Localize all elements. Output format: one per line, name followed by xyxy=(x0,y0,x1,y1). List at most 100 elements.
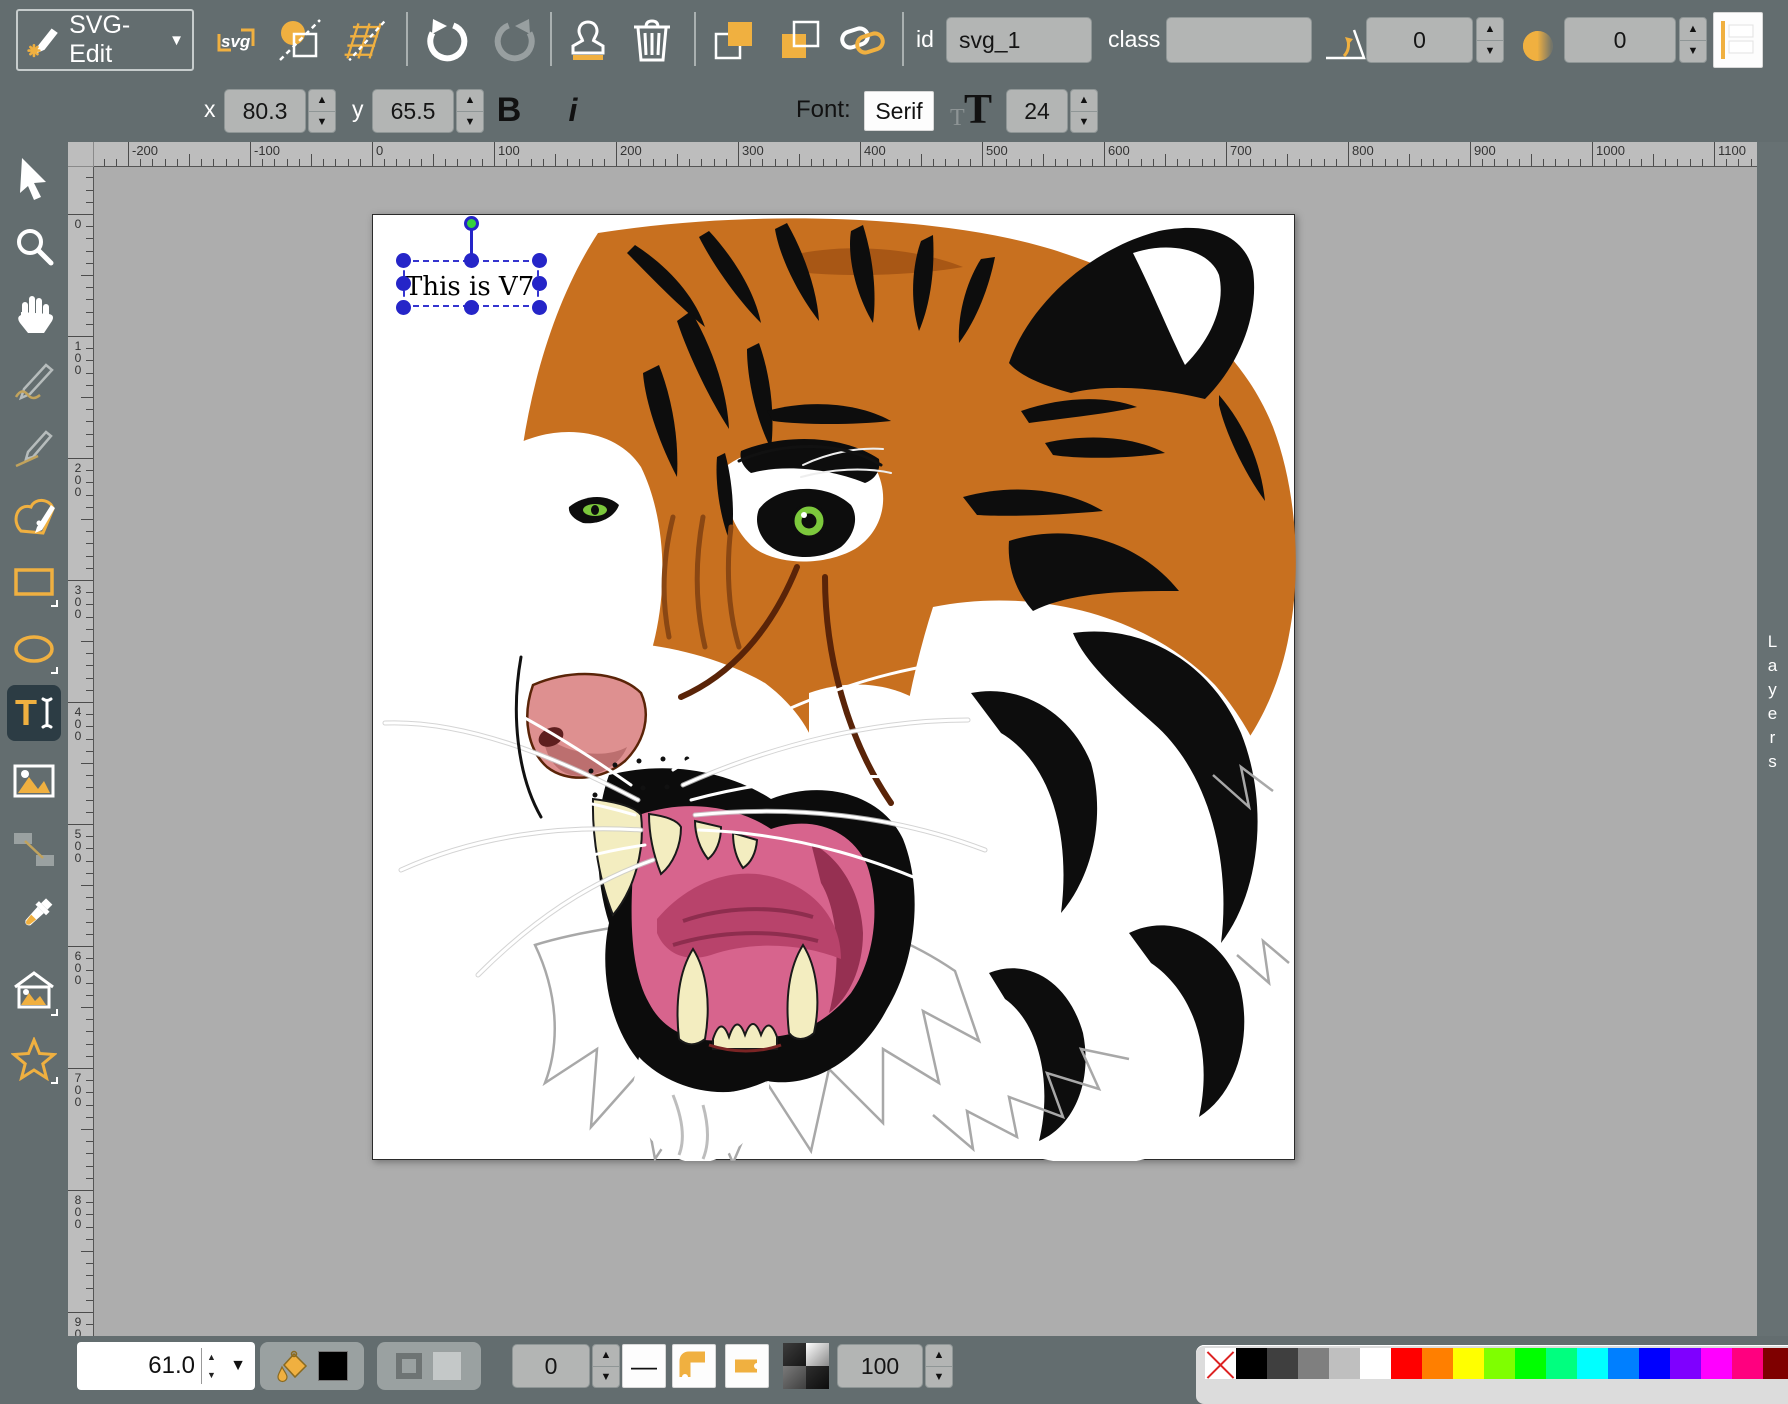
palette-swatch[interactable] xyxy=(1732,1348,1763,1379)
wireframe-mode-button[interactable] xyxy=(276,16,324,64)
layers-panel-title: L a y e r s xyxy=(1757,630,1788,774)
tool-path[interactable] xyxy=(7,487,61,543)
stroke-linejoin-button[interactable] xyxy=(672,1344,716,1388)
make-link-button[interactable] xyxy=(838,16,886,64)
x-spinner[interactable]: ▲▼ xyxy=(308,89,336,133)
linecap-icon xyxy=(730,1349,764,1383)
bottom-toolbar: 61.0 ▲▼ ▼ 0 ▲▼ — xyxy=(68,1336,1788,1404)
source-editor-button[interactable]: svg xyxy=(212,16,260,64)
palette-swatch[interactable] xyxy=(1267,1348,1298,1379)
fill-color-swatch[interactable] xyxy=(318,1351,348,1381)
color-palette xyxy=(1196,1345,1788,1404)
stroke-linecap-button[interactable] xyxy=(725,1344,769,1388)
zoom-spinner[interactable]: ▲▼ xyxy=(201,1348,221,1384)
palette-swatch[interactable] xyxy=(1670,1348,1701,1379)
stroke-width-spinner[interactable]: ▲▼ xyxy=(592,1344,620,1388)
tool-eyedropper[interactable] xyxy=(7,888,61,944)
main-menu-label: SVG-Edit xyxy=(69,11,161,69)
zoom-control[interactable]: 61.0 ▲▼ ▼ xyxy=(77,1342,255,1390)
svg-page[interactable]: This is V7 xyxy=(372,214,1295,1160)
align-button[interactable] xyxy=(1713,12,1763,68)
blur-icon xyxy=(1516,22,1564,70)
font-size-spinner[interactable]: ▲▼ xyxy=(1070,89,1098,133)
zoom-dropdown-icon[interactable]: ▼ xyxy=(221,1357,255,1375)
flyout-corner-icon xyxy=(51,1077,58,1084)
tool-image[interactable] xyxy=(7,753,61,809)
palette-swatch-none[interactable] xyxy=(1205,1348,1236,1379)
opacity-input[interactable]: 100 xyxy=(837,1344,923,1388)
palette-swatch[interactable] xyxy=(1391,1348,1422,1379)
tool-zoom[interactable] xyxy=(7,218,61,274)
tool-line[interactable] xyxy=(7,420,61,476)
svg-text:T: T xyxy=(15,692,37,733)
font-size-icon: T T xyxy=(950,82,1002,138)
palette-swatch[interactable] xyxy=(1577,1348,1608,1379)
selection-handle-se[interactable] xyxy=(532,300,547,315)
tool-rectangle[interactable] xyxy=(7,554,61,610)
stroke-color-swatch[interactable] xyxy=(432,1351,462,1381)
stroke-width-input[interactable]: 0 xyxy=(512,1344,590,1388)
bold-button[interactable]: B xyxy=(488,86,530,134)
layers-panel-toggle[interactable]: L a y e r s xyxy=(1757,142,1788,1336)
palette-swatch[interactable] xyxy=(1515,1348,1546,1379)
blur-input[interactable]: 0 xyxy=(1564,17,1676,63)
tool-pan[interactable] xyxy=(7,285,61,341)
selection-handle-e[interactable] xyxy=(532,276,547,291)
selection-handle-s[interactable] xyxy=(464,300,479,315)
palette-swatch[interactable] xyxy=(1422,1348,1453,1379)
x-input[interactable]: 80.3 xyxy=(224,89,306,133)
tool-select[interactable] xyxy=(7,150,61,206)
y-label: y xyxy=(352,96,364,123)
fill-color-control[interactable] xyxy=(260,1342,364,1390)
palette-swatch[interactable] xyxy=(1329,1348,1360,1379)
stroke-color-control[interactable] xyxy=(377,1342,481,1390)
selection-handle-sw[interactable] xyxy=(396,300,411,315)
class-label: class xyxy=(1108,26,1160,53)
palette-swatch[interactable] xyxy=(1701,1348,1732,1379)
rotate-grip[interactable] xyxy=(464,216,479,231)
tool-ellipse[interactable] xyxy=(7,621,61,677)
ruler-corner xyxy=(68,142,94,167)
palette-swatch[interactable] xyxy=(1546,1348,1577,1379)
tool-text[interactable]: T xyxy=(7,685,61,741)
palette-swatch[interactable] xyxy=(1608,1348,1639,1379)
selection-handle-ne[interactable] xyxy=(532,253,547,268)
selection-handle-w[interactable] xyxy=(396,276,411,291)
toolbar-divider xyxy=(694,12,696,66)
class-input[interactable] xyxy=(1166,17,1312,63)
angle-spinner[interactable]: ▲▼ xyxy=(1476,17,1504,63)
move-to-bottom-button[interactable] xyxy=(776,16,824,64)
delete-button[interactable] xyxy=(628,16,676,64)
main-menu-button[interactable]: SVG-Edit ▼ xyxy=(16,9,194,71)
opacity-spinner[interactable]: ▲▼ xyxy=(925,1344,953,1388)
palette-swatch[interactable] xyxy=(1298,1348,1329,1379)
stroke-style-button[interactable]: — xyxy=(622,1344,666,1388)
palette-swatch[interactable] xyxy=(1639,1348,1670,1379)
zoom-value: 61.0 xyxy=(77,1352,201,1380)
flyout-corner-icon xyxy=(51,667,58,674)
tool-connector[interactable] xyxy=(7,821,61,877)
palette-swatch[interactable] xyxy=(1453,1348,1484,1379)
tool-shape-library[interactable] xyxy=(7,963,61,1019)
palette-swatch[interactable] xyxy=(1360,1348,1391,1379)
y-input[interactable]: 65.5 xyxy=(372,89,454,133)
id-input[interactable]: svg_1 xyxy=(946,17,1092,63)
snap-to-grid-button[interactable] xyxy=(340,16,388,64)
selection-handle-nw[interactable] xyxy=(396,253,411,268)
palette-swatch[interactable] xyxy=(1236,1348,1267,1379)
tool-pencil[interactable] xyxy=(7,353,61,409)
move-to-top-button[interactable] xyxy=(710,16,758,64)
angle-input[interactable]: 0 xyxy=(1366,17,1473,63)
palette-swatch[interactable] xyxy=(1484,1348,1515,1379)
y-spinner[interactable]: ▲▼ xyxy=(456,89,484,133)
tool-star[interactable] xyxy=(7,1031,61,1087)
redo-button[interactable] xyxy=(490,16,538,64)
font-size-input[interactable]: 24 xyxy=(1006,89,1068,133)
undo-button[interactable] xyxy=(424,16,472,64)
clone-button[interactable] xyxy=(564,16,612,64)
font-family-button[interactable]: Serif xyxy=(864,91,934,131)
italic-button[interactable]: i xyxy=(552,86,594,134)
blur-spinner[interactable]: ▲▼ xyxy=(1679,17,1707,63)
selection-handle-n[interactable] xyxy=(464,253,479,268)
palette-swatch[interactable] xyxy=(1763,1348,1788,1379)
